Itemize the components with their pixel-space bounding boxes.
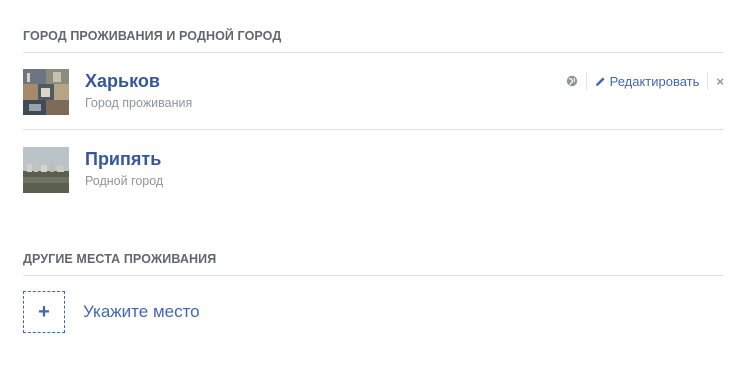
section-divider [23,52,724,53]
place-row-hometown: Припять Родной город [23,146,724,196]
add-place-row: + Укажите место [23,291,200,333]
place-name-kharkiv[interactable]: Харьков [85,71,160,92]
place-name-pripyat[interactable]: Припять [85,149,161,170]
kharkiv-thumbnail[interactable] [23,69,69,115]
pencil-icon [595,76,605,86]
place-row-current-city: Харьков Город проживания Редактировать × [23,68,724,118]
remove-button[interactable]: × [708,74,724,89]
add-place-button[interactable]: + [23,291,65,333]
place-subtitle-current-city: Город проживания [85,96,193,110]
edit-button-label: Редактировать [609,73,700,89]
place-actions: Редактировать × [566,72,724,90]
section-header-current-and-hometown: ГОРОД ПРОЖИВАНИЯ И РОДНОЙ ГОРОД [23,29,282,43]
section-header-other-places: ДРУГИЕ МЕСТА ПРОЖИВАНИЯ [23,252,217,266]
plus-icon: + [38,300,50,323]
globe-icon[interactable] [566,75,578,87]
edit-button[interactable]: Редактировать [587,74,708,89]
row-divider [23,129,724,130]
place-subtitle-hometown: Родной город [85,174,164,188]
add-place-link[interactable]: Укажите место [83,302,200,322]
pripyat-thumbnail[interactable] [23,147,69,193]
section-divider [23,275,724,276]
